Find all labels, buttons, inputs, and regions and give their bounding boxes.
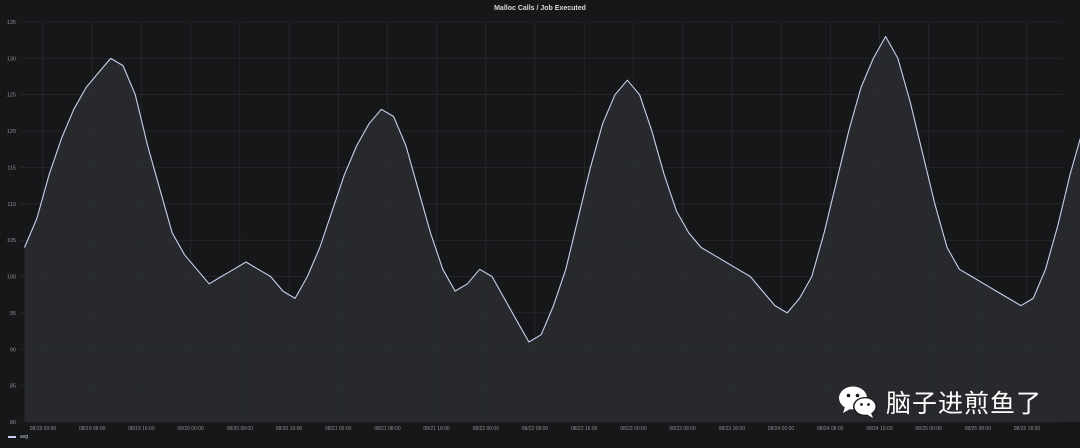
watermark-text: 脑子进煎鱼了 [886, 389, 1043, 418]
x-tick-label: 08/21 16:00 [423, 426, 450, 432]
y-tick-label: 90 [10, 347, 16, 353]
x-tick-label: 08/23 16:00 [719, 426, 746, 432]
watermark: 脑子进煎鱼了 [838, 382, 1078, 422]
y-tick-label: 80 [10, 420, 16, 426]
legend[interactable]: avg [8, 434, 28, 440]
x-tick-label: 08/21 08:00 [374, 426, 401, 432]
x-tick-label: 08/24 00:00 [768, 426, 795, 432]
x-tick-label: 08/19 16:00 [128, 426, 155, 432]
y-tick-label: 85 [10, 384, 16, 390]
series-area-avg [24, 36, 1080, 422]
y-tick-label: 120 [7, 129, 16, 135]
y-tick-label: 105 [7, 238, 16, 244]
x-tick-label: 08/25 08:00 [965, 426, 992, 432]
x-tick-label: 08/25 00:00 [915, 426, 942, 432]
wechat-logo-icon [839, 386, 877, 418]
x-tick-label: 08/22 00:00 [473, 426, 500, 432]
time-series-chart[interactable]: 80 85 90 95 100 105 110 115 120 125 130 135 08/19 0… [0, 0, 1080, 448]
x-tick-label: 08/22 08:00 [522, 426, 549, 432]
y-tick-label: 135 [7, 20, 16, 26]
legend-swatch [8, 436, 16, 438]
graph-panel: Malloc Calls / Job Executed 80 85 90 95 100 1… [0, 0, 1080, 448]
y-tick-label: 95 [10, 311, 16, 317]
x-tick-label: 08/25 16:00 [1014, 426, 1041, 432]
x-tick-label: 08/24 16:00 [866, 426, 893, 432]
legend-label-avg[interactable]: avg [20, 434, 28, 440]
x-tick-label: 08/20 08:00 [227, 426, 254, 432]
y-tick-label: 110 [7, 202, 16, 208]
x-tick-label: 08/23 00:00 [620, 426, 647, 432]
x-tick-label: 08/20 00:00 [177, 426, 204, 432]
y-tick-label: 130 [7, 56, 16, 62]
x-tick-label: 08/22 16:00 [571, 426, 598, 432]
y-tick-label: 100 [7, 275, 16, 281]
y-tick-label: 115 [7, 165, 16, 171]
x-tick-label: 08/20 16:00 [276, 426, 303, 432]
y-tick-label: 125 [7, 93, 16, 99]
x-tick-label: 08/19 08:00 [79, 426, 106, 432]
x-tick-label: 08/21 00:00 [325, 426, 352, 432]
x-tick-label: 08/24 08:00 [817, 426, 844, 432]
series-group [23, 35, 1080, 422]
y-axis: 80 85 90 95 100 105 110 115 120 125 130 135 [7, 20, 16, 426]
x-tick-label: 08/19 00:00 [30, 426, 57, 432]
x-tick-label: 08/23 08:00 [669, 426, 696, 432]
x-axis: 08/19 00:00 08/19 08:00 08/19 16:00 08/20 0… [30, 426, 1041, 432]
